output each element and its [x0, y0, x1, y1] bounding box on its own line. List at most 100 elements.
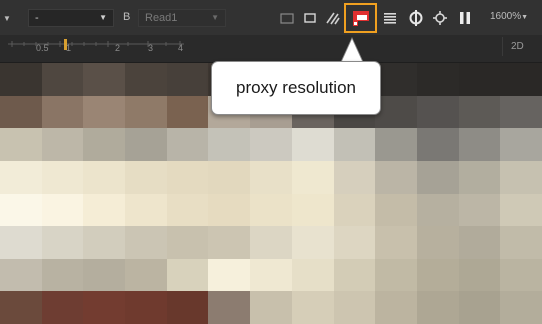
image-pixel	[42, 63, 83, 96]
image-pixel	[417, 291, 459, 324]
image-pixel	[0, 63, 42, 96]
layer-dropdown-value: -	[35, 12, 39, 24]
exposure-slider[interactable]	[8, 38, 188, 58]
image-pixel	[208, 194, 250, 226]
image-pixel	[0, 128, 42, 161]
image-pixel	[208, 259, 250, 291]
image-pixel	[292, 259, 334, 291]
image-pixel	[375, 96, 417, 128]
image-pixel	[500, 128, 542, 161]
input-node-value: Read1	[145, 12, 178, 24]
exposure-slider-row: 0.5 1 2 3 4 2D	[0, 35, 542, 63]
image-pixel	[167, 128, 208, 161]
image-pixel	[334, 259, 375, 291]
lines-menu-icon[interactable]	[383, 9, 397, 27]
image-pixel	[83, 291, 125, 324]
clipping-warning-icon[interactable]	[325, 9, 341, 27]
image-pixel	[375, 194, 417, 226]
image-pixel	[500, 226, 542, 259]
image-pixel	[42, 161, 83, 194]
image-pixel	[0, 259, 42, 291]
image-pixel	[125, 128, 167, 161]
viewer-toolbar: ▼ - ▼ B Read1 ▼ 1600%▼	[0, 0, 542, 35]
image-pixel	[459, 128, 500, 161]
input-node-field[interactable]: Read1 ▼	[138, 9, 226, 27]
image-pixel	[125, 226, 167, 259]
ruler-label: 4	[178, 43, 184, 53]
image-pixel	[208, 291, 250, 324]
image-pixel	[0, 226, 42, 259]
image-pixel	[42, 226, 83, 259]
chevron-down-icon: ▼	[99, 13, 107, 22]
sync-icon[interactable]	[408, 9, 424, 27]
image-pixel	[42, 96, 83, 128]
image-pixel	[125, 63, 167, 96]
image-pixel	[500, 194, 542, 226]
image-pixel	[500, 96, 542, 128]
image-pixel	[334, 226, 375, 259]
image-pixel	[208, 226, 250, 259]
image-pixel	[125, 194, 167, 226]
image-pixel	[292, 226, 334, 259]
image-pixel	[250, 291, 292, 324]
image-pixel	[292, 194, 334, 226]
image-pixel	[417, 63, 459, 96]
image-pixel	[250, 194, 292, 226]
image-pixel	[125, 291, 167, 324]
roi-icon[interactable]	[280, 9, 294, 27]
tooltip-text: proxy resolution	[235, 78, 356, 97]
image-pixel	[375, 291, 417, 324]
ruler-label: 1	[66, 43, 72, 53]
image-pixel	[375, 259, 417, 291]
pause-icon[interactable]	[458, 9, 472, 27]
channel-label[interactable]: B	[123, 11, 130, 23]
image-pixel	[500, 161, 542, 194]
image-pixel	[83, 259, 125, 291]
ruler-label: 3	[148, 43, 154, 53]
image-pixel	[459, 161, 500, 194]
image-pixel	[375, 128, 417, 161]
image-pixel	[500, 259, 542, 291]
image-pixel	[83, 63, 125, 96]
image-pixel	[83, 226, 125, 259]
image-pixel	[0, 194, 42, 226]
image-pixel	[167, 96, 208, 128]
chevron-down-icon: ▼	[521, 14, 529, 21]
zoom-level-value: 1600%	[490, 11, 522, 22]
layer-dropdown[interactable]: - ▼	[28, 9, 114, 27]
image-pixel	[125, 161, 167, 194]
image-pixel	[42, 259, 83, 291]
image-pixel	[167, 194, 208, 226]
zoom-level[interactable]: 1600%▼	[490, 11, 528, 22]
image-pixel	[292, 161, 334, 194]
proxy-resolution-tooltip: proxy resolution	[211, 61, 381, 115]
image-pixel	[417, 259, 459, 291]
image-pixel	[459, 291, 500, 324]
image-pixel	[334, 194, 375, 226]
image-pixel	[375, 161, 417, 194]
image-pixel	[417, 128, 459, 161]
image-pixel	[459, 63, 500, 96]
region-box-icon[interactable]	[303, 9, 317, 27]
image-pixel	[167, 63, 208, 96]
image-pixel	[83, 128, 125, 161]
image-pixel	[417, 161, 459, 194]
image-pixel	[83, 96, 125, 128]
image-pixel	[0, 291, 42, 324]
image-pixel	[334, 161, 375, 194]
chevron-down-icon: ▼	[211, 13, 219, 22]
image-pixel	[417, 194, 459, 226]
proxy-resolution-icon[interactable]	[351, 8, 371, 28]
view-mode-2d[interactable]: 2D	[502, 37, 538, 56]
image-pixel	[250, 259, 292, 291]
image-pixel	[459, 194, 500, 226]
image-pixel	[208, 161, 250, 194]
chevron-down-icon[interactable]: ▼	[3, 14, 11, 23]
image-pixel	[250, 128, 292, 161]
image-pixel	[167, 161, 208, 194]
settings-gear-icon[interactable]	[432, 9, 448, 27]
image-pixel	[500, 63, 542, 96]
image-pixel	[42, 291, 83, 324]
image-pixel	[167, 291, 208, 324]
image-pixel	[167, 259, 208, 291]
